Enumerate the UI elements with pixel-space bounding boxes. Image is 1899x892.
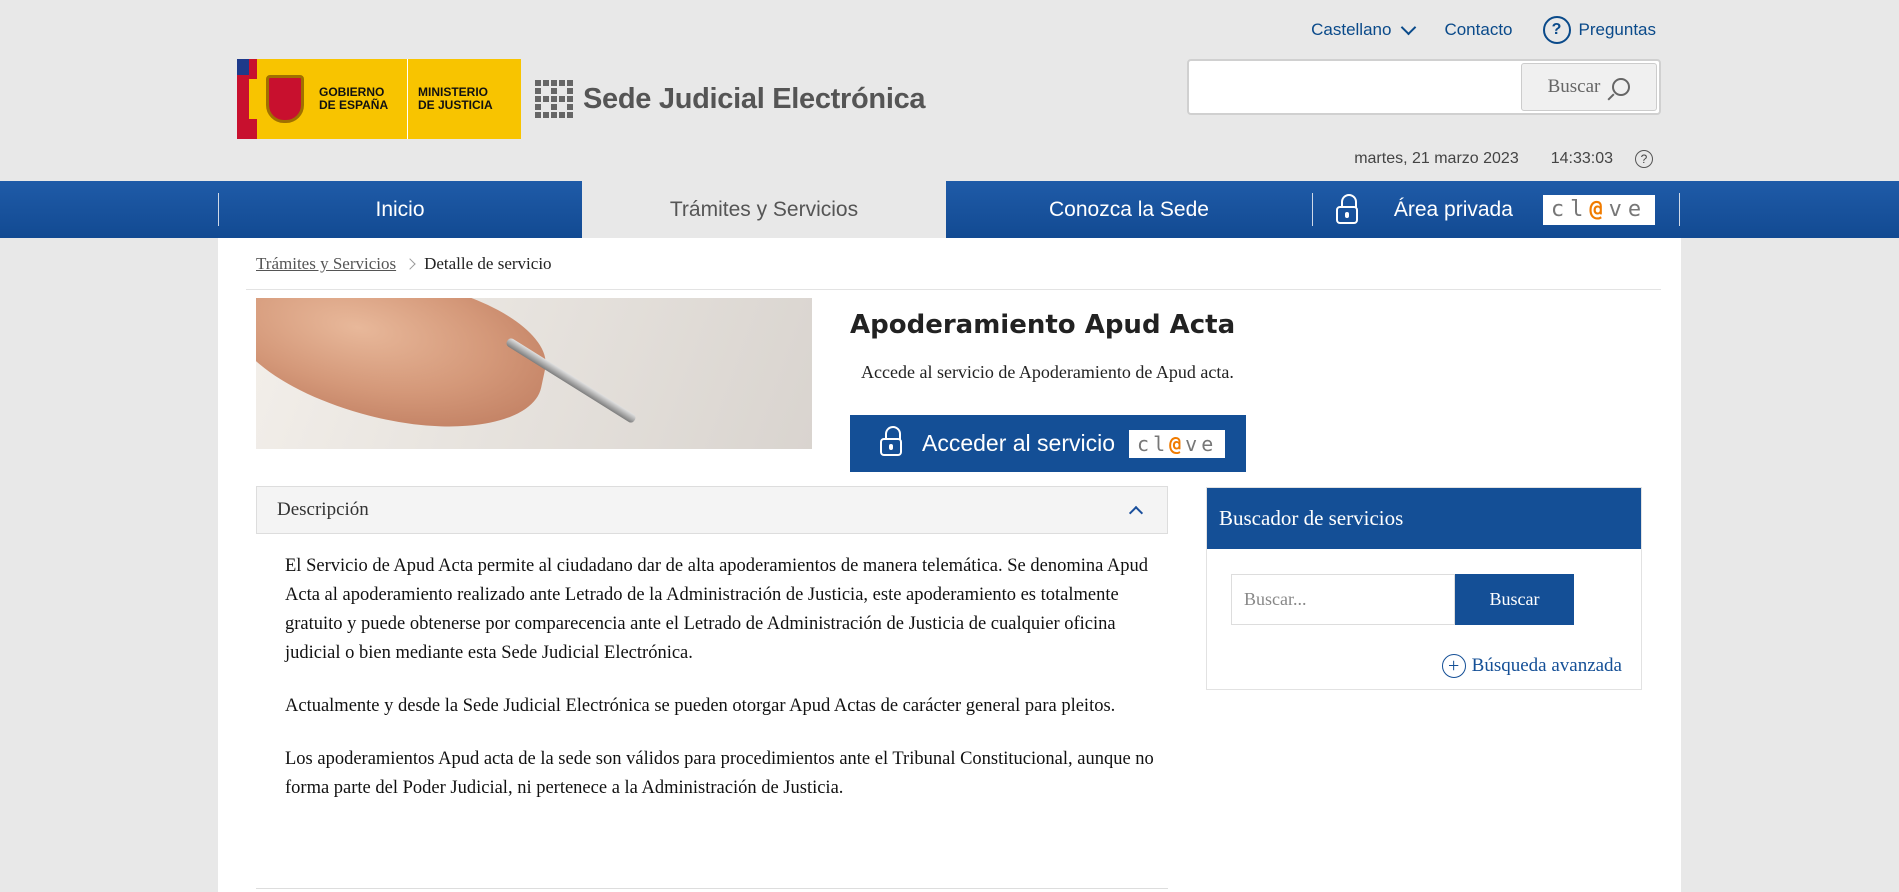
tab-conozca[interactable]: Conozca la Sede: [946, 181, 1312, 238]
search-input[interactable]: [1189, 61, 1519, 113]
faq-link[interactable]: ? Preguntas: [1542, 16, 1657, 44]
advanced-search-link[interactable]: + Búsqueda avanzada: [1441, 654, 1622, 678]
breadcrumb-link-tramites[interactable]: Trámites y Servicios: [256, 254, 396, 274]
finder-title: Buscador de servicios: [1207, 488, 1641, 549]
tab-area-privada-label: Área privada: [1393, 197, 1513, 221]
contact-label: Contacto: [1444, 20, 1513, 39]
description-paragraph: El Servicio de Apud Acta permite al ciud…: [285, 556, 1149, 663]
tab-tramites-label: Trámites y Servicios: [669, 197, 859, 221]
site-search: Buscar: [1187, 59, 1661, 115]
ministry-text: MINISTERIO DE JUSTICIA: [418, 85, 493, 112]
contact-link[interactable]: Contacto: [1444, 20, 1512, 40]
advanced-search-label: Búsqueda avanzada: [1471, 655, 1622, 676]
content-panel: Trámites y Servicios Detalle de servicio…: [218, 238, 1681, 892]
tab-inicio-label: Inicio: [375, 197, 425, 221]
gov-text: GOBIERNO DE ESPAÑA: [319, 85, 389, 112]
spain-flag-stripe: [249, 59, 257, 139]
search-button[interactable]: Buscar: [1521, 63, 1657, 111]
tab-tramites[interactable]: Trámites y Servicios: [582, 181, 946, 238]
description-paragraph: Actualmente y desde la Sede Judicial Ele…: [285, 696, 1116, 716]
language-selector[interactable]: Castellano: [1311, 19, 1417, 40]
eu-flag-stripe: [237, 59, 249, 139]
site-title: Sede Judicial Electrónica: [583, 82, 926, 115]
search-button-label: Buscar: [1547, 76, 1601, 97]
clave-logo: cl @ ve: [1542, 194, 1656, 225]
help-clock-icon[interactable]: ?: [1635, 150, 1653, 168]
sede-brand: Sede Judicial Electrónica: [535, 80, 926, 118]
utility-links: Castellano Contacto ? Preguntas: [1311, 16, 1656, 44]
tab-conozca-label: Conozca la Sede: [1049, 197, 1209, 221]
tab-inicio[interactable]: Inicio: [218, 181, 582, 238]
service-title: Apoderamiento Apud Acta: [850, 310, 1236, 340]
chevron-down-icon: [1401, 19, 1417, 35]
next-accordion-edge: [256, 888, 1168, 892]
description-body: El Servicio de Apud Acta permite al ciud…: [285, 552, 1155, 827]
service-subtitle: Accede al servicio de Apoderamiento de A…: [861, 362, 1234, 382]
tab-area-privada[interactable]: Área privada cl @ ve: [1312, 181, 1679, 238]
sede-grid-icon: [535, 80, 573, 118]
service-image: [256, 298, 812, 449]
description-header-label: Descripción: [277, 499, 369, 520]
access-service-button[interactable]: Acceder al servicio cl @ ve: [850, 415, 1246, 472]
access-service-label: Acceder al servicio: [922, 430, 1116, 456]
current-time: 14:33:03: [1550, 150, 1613, 167]
description-paragraph: Los apoderamientos Apud acta de la sede …: [285, 749, 1154, 798]
chevron-up-icon: [1128, 505, 1144, 521]
lock-icon: [1335, 193, 1358, 224]
service-finder: Buscador de servicios Buscar + Búsqueda …: [1206, 487, 1642, 690]
description-accordion-header[interactable]: Descripción: [256, 486, 1168, 534]
plus-circle-icon: +: [1441, 654, 1466, 678]
question-circle-icon: ?: [1542, 16, 1571, 44]
server-datetime: martes, 21 marzo 2023 14:33:03 ?: [1354, 150, 1653, 168]
breadcrumb-current: Detalle de servicio: [424, 254, 552, 273]
faq-label: Preguntas: [1578, 20, 1657, 39]
finder-search-input[interactable]: [1231, 574, 1455, 625]
search-icon: [1612, 78, 1631, 96]
coat-of-arms-icon: [257, 59, 313, 139]
lock-icon: [880, 425, 902, 456]
current-date: martes, 21 marzo 2023: [1354, 150, 1519, 167]
chevron-right-icon: [404, 258, 416, 270]
main-nav: Inicio Trámites y Servicios Conozca la S…: [0, 181, 1899, 238]
site-logo[interactable]: GOBIERNO DE ESPAÑA MINISTERIO DE JUSTICI…: [237, 59, 926, 139]
finder-search-button[interactable]: Buscar: [1455, 574, 1574, 625]
government-logo: GOBIERNO DE ESPAÑA MINISTERIO DE JUSTICI…: [237, 59, 521, 139]
language-label: Castellano: [1311, 20, 1392, 39]
divider: [246, 289, 1661, 290]
clave-logo: cl @ ve: [1129, 429, 1226, 458]
breadcrumb: Trámites y Servicios Detalle de servicio: [256, 254, 552, 274]
